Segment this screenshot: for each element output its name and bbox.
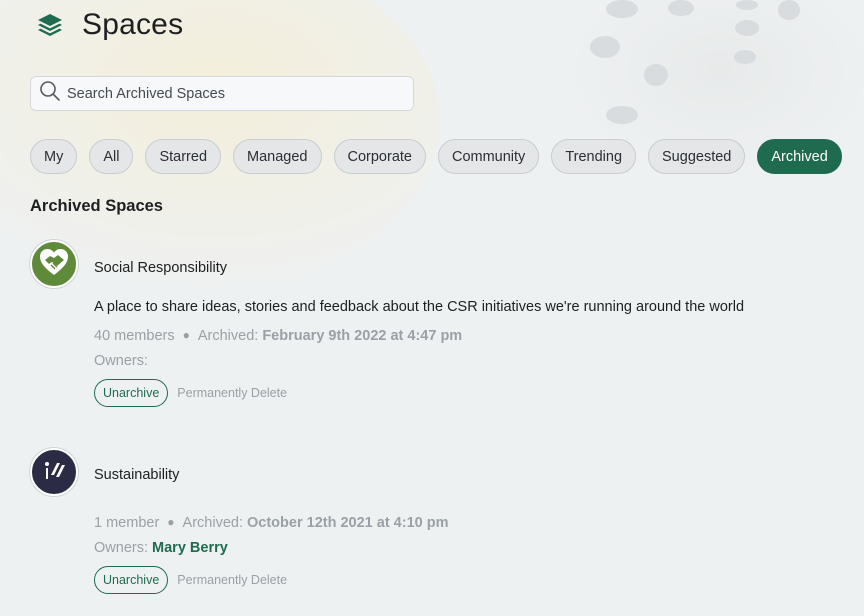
space-item: Sustainability 1 member ● Archived: Octobe… [30, 448, 850, 598]
filter-trending[interactable]: Trending [551, 139, 637, 174]
archived-date: October 12th 2021 at 4:10 pm [247, 515, 449, 531]
owners-label: Owners: [94, 353, 148, 369]
page-title: Spaces [82, 8, 184, 41]
unarchive-button[interactable]: Unarchive [94, 566, 169, 594]
space-meta: 40 members ● Archived: February 9th 2022 a… [94, 328, 462, 344]
permanently-delete-button[interactable]: Permanently Delete [177, 386, 287, 400]
page-header: Spaces [36, 6, 183, 44]
space-item: Social Responsibility A place to share i… [30, 240, 850, 410]
layers-icon [36, 11, 64, 39]
archived-label: Archived: [197, 328, 259, 344]
member-count: 1 member [94, 515, 160, 531]
space-avatar[interactable] [30, 448, 78, 496]
heart-handshake-icon [37, 245, 71, 284]
owners-row: Owners: [94, 353, 148, 369]
filter-starred[interactable]: Starred [145, 139, 222, 174]
unarchive-button[interactable]: Unarchive [94, 379, 169, 407]
search-icon [39, 80, 61, 107]
filter-managed[interactable]: Managed [233, 139, 322, 174]
search-box[interactable] [30, 76, 414, 111]
archived-date: February 9th 2022 at 4:47 pm [262, 328, 463, 344]
space-name[interactable]: Social Responsibility [94, 260, 227, 276]
filter-community[interactable]: Community [437, 139, 540, 174]
section-title: Archived Spaces [30, 197, 163, 215]
filter-corporate[interactable]: Corporate [333, 139, 426, 174]
filter-tabs: My All Starred Managed Corporate Communi… [30, 139, 842, 174]
space-actions: Unarchive Permanently Delete [94, 566, 287, 594]
owners-row: Owners: Mary Berry [94, 540, 228, 556]
search-input[interactable] [67, 85, 407, 102]
owner-link[interactable]: Mary Berry [152, 540, 228, 556]
separator-dot: ● [182, 328, 190, 342]
space-actions: Unarchive Permanently Delete [94, 379, 287, 407]
filter-archived[interactable]: Archived [757, 139, 842, 174]
owners-label: Owners: [94, 540, 148, 556]
space-name[interactable]: Sustainability [94, 467, 179, 483]
separator-dot: ● [167, 515, 175, 529]
filter-my[interactable]: My [30, 139, 78, 174]
space-meta: 1 member ● Archived: October 12th 2021 at … [94, 515, 449, 531]
filter-suggested[interactable]: Suggested [648, 139, 746, 174]
space-avatar[interactable] [30, 240, 78, 288]
space-description: A place to share ideas, stories and feed… [94, 299, 745, 315]
filter-all[interactable]: All [89, 139, 134, 174]
permanently-delete-button[interactable]: Permanently Delete [177, 573, 287, 587]
member-count: 40 members [94, 328, 175, 344]
archived-label: Archived: [182, 515, 243, 531]
sustainability-logo-icon [39, 455, 69, 490]
